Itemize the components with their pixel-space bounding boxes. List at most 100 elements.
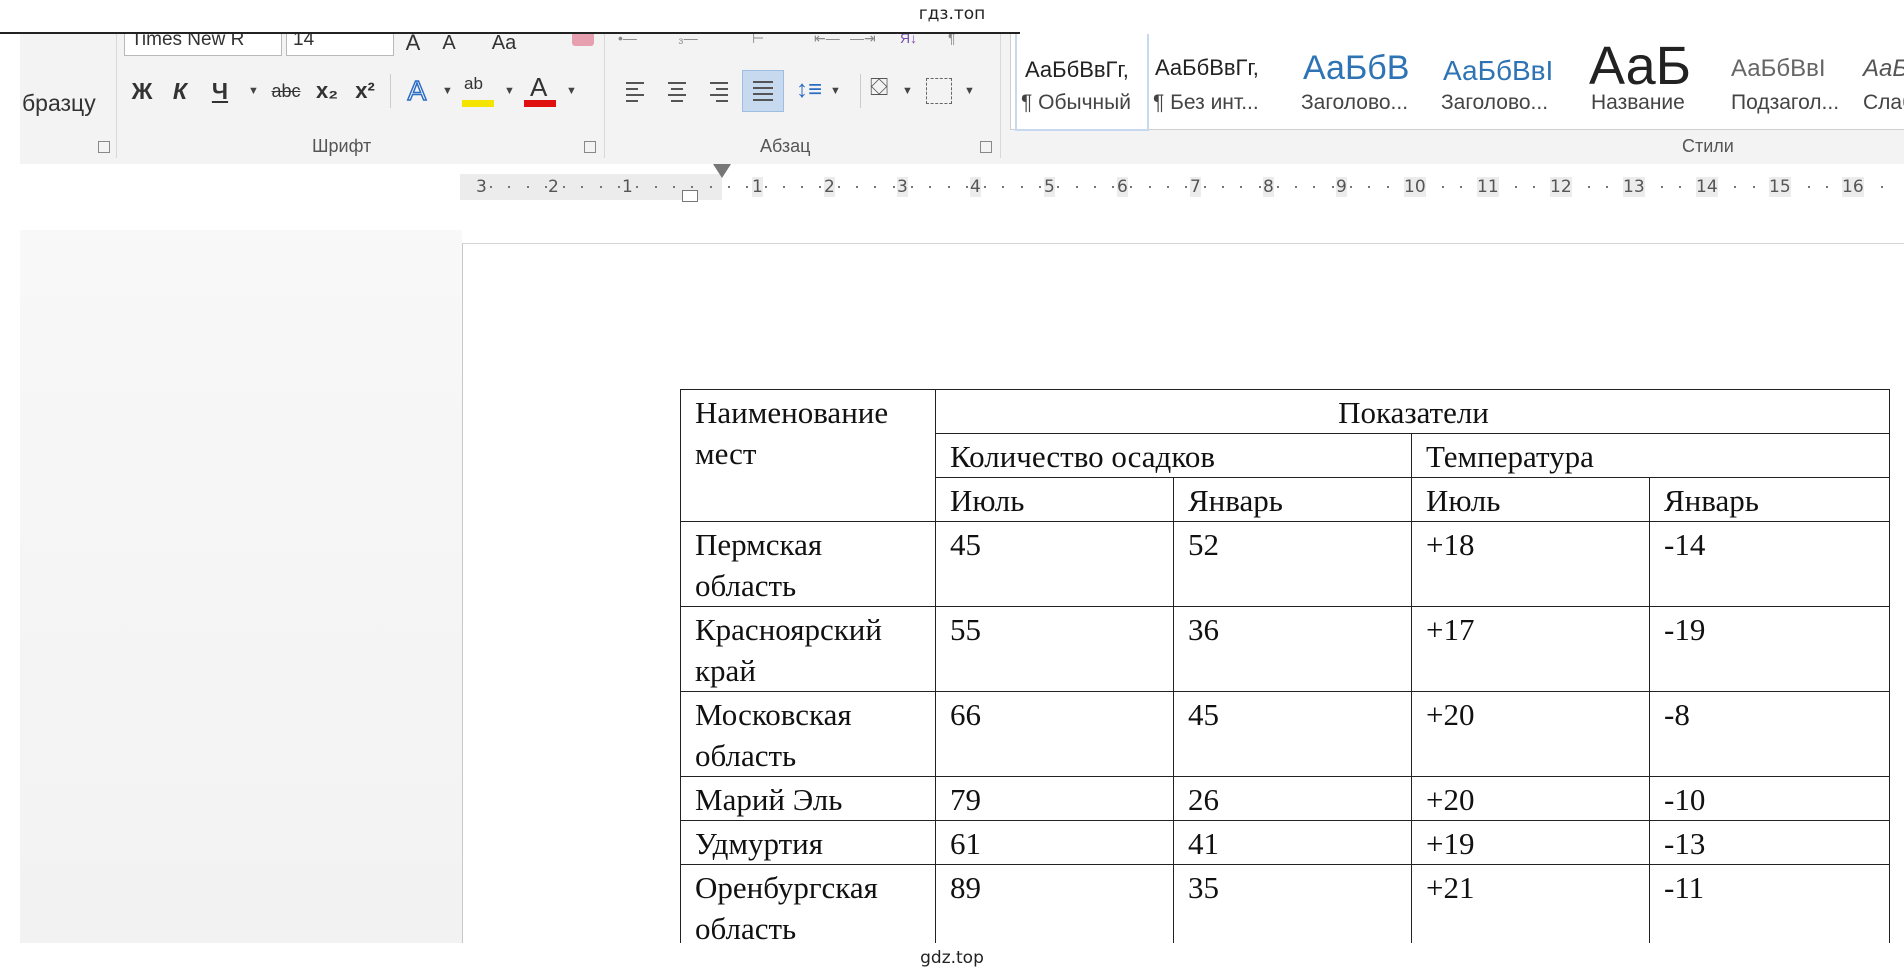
cell-precip-jan[interactable]: 45 [1173,691,1412,777]
header-precip-january[interactable]: Январь [1173,477,1412,522]
borders-dropdown-icon[interactable]: ▼ [964,74,975,108]
cell-precip-jan[interactable]: 41 [1173,820,1412,865]
paragraph-dialog-launcher-icon[interactable] [980,141,992,153]
ruler-number: 4 [970,177,981,197]
highlight-dropdown-icon[interactable]: ▼ [504,74,515,108]
style-subtitle[interactable]: АаБбВвI Подзагол... [1721,34,1851,127]
cell-temp-jan[interactable]: -8 [1649,691,1890,777]
ruler-number: 16 [1842,177,1864,197]
line-spacing-dropdown-icon[interactable]: ▼ [830,74,841,108]
borders-icon[interactable] [926,78,952,104]
grow-font-button[interactable]: A [402,34,424,60]
font-size-combobox[interactable]: 14 [286,34,394,56]
style-no-spacing[interactable]: АаБбВвГг, ¶ Без инт... [1153,34,1289,127]
ruler-tick [1515,186,1517,188]
cell-temp-jan[interactable]: -11 [1649,864,1890,950]
cell-temp-jan[interactable]: -14 [1649,521,1890,607]
weather-table[interactable]: Наименование мест Показатели Количество … [680,389,1890,950]
header-place-name[interactable]: Наименование мест [680,389,936,522]
ruler-tick [1259,186,1261,188]
bold-button[interactable]: Ж [128,74,156,108]
cell-precip-july[interactable]: 55 [935,606,1174,692]
styles-gallery[interactable]: АаБбВвГг, ¶ Обычный АаБбВвГг, ¶ Без инт.… [1010,34,1904,131]
font-color-button[interactable]: A [524,72,558,108]
shading-icon[interactable]: ⛋ [870,74,888,102]
text-effects-dropdown-icon[interactable]: ▼ [442,74,453,108]
font-color-label: A [530,72,548,102]
style-title[interactable]: АаБ Название [1581,34,1711,127]
underline-dropdown-icon[interactable]: ▼ [248,74,259,108]
cell-precip-jan[interactable]: 35 [1173,864,1412,950]
style-normal[interactable]: АаБбВвГг, ¶ Обычный [1015,34,1149,131]
header-precip-july[interactable]: Июль [935,477,1174,522]
cell-place[interactable]: Пермская область [680,521,936,607]
style-name: ¶ Обычный [1021,91,1131,114]
cell-precip-jan[interactable]: 52 [1173,521,1412,607]
ruler-tick [1149,186,1151,188]
subscript-button[interactable]: x₂ [312,74,342,108]
cell-place[interactable]: Удмуртия [680,820,936,865]
header-temperature[interactable]: Температура [1411,433,1890,478]
left-indent-marker-icon[interactable] [682,190,698,202]
cell-temp-july[interactable]: +20 [1411,691,1650,777]
align-right-button[interactable] [700,70,740,110]
ruler-tick [1606,186,1608,188]
cell-precip-july[interactable]: 61 [935,820,1174,865]
header-indicators[interactable]: Показатели [935,389,1890,434]
cell-temp-jan[interactable]: -13 [1649,820,1890,865]
font-dialog-launcher-icon[interactable] [584,141,596,153]
ruler-tick [1277,186,1279,188]
style-heading-1[interactable]: АаБбВ Заголово... [1301,34,1431,127]
highlight-button[interactable]: ab [462,74,496,108]
justify-button[interactable] [742,70,784,112]
ruler-tick [1368,186,1370,188]
align-center-button[interactable] [658,70,698,110]
style-name: ¶ Без инт... [1153,91,1259,114]
header-precipitation[interactable]: Количество осадков [935,433,1412,478]
eraser-icon[interactable] [572,34,594,46]
cell-place[interactable]: Оренбургская область [680,864,936,950]
cell-temp-july[interactable]: +20 [1411,776,1650,821]
italic-button[interactable]: К [166,74,194,108]
shrink-font-button[interactable]: A [438,34,460,60]
first-line-indent-marker-icon[interactable] [713,164,731,178]
align-left-button[interactable] [616,70,656,110]
cell-precip-jan[interactable]: 26 [1173,776,1412,821]
ruler-number: 13 [1623,177,1645,197]
style-heading-2[interactable]: АаБбВвI Заголово... [1441,34,1571,127]
ruler-tick [1094,186,1096,188]
cell-temp-july[interactable]: +17 [1411,606,1650,692]
cell-temp-jan[interactable]: -19 [1649,606,1890,692]
text-effects-button[interactable]: A [402,74,432,108]
cell-temp-jan[interactable]: -10 [1649,776,1890,821]
horizontal-ruler[interactable]: 3 2 1 1 2 3 4 5 6 7 8 9 10 11 12 13 14 1… [460,174,1904,200]
font-color-dropdown-icon[interactable]: ▼ [566,74,577,108]
cell-place[interactable]: Красноярский край [680,606,936,692]
superscript-button[interactable]: x² [350,74,380,108]
ruler-tick [856,186,858,188]
cell-precip-july[interactable]: 45 [935,521,1174,607]
styles-group-label: Стили [1682,136,1734,156]
strikethrough-button[interactable]: abc [266,74,306,108]
line-spacing-icon[interactable]: ↕≡ [796,76,822,104]
cell-temp-july[interactable]: +21 [1411,864,1650,950]
shading-dropdown-icon[interactable]: ▼ [902,74,913,108]
cell-temp-july[interactable]: +18 [1411,521,1650,607]
cell-precip-july[interactable]: 79 [935,776,1174,821]
change-case-button[interactable]: Aa [488,34,520,60]
styles-by-sample-label[interactable]: бразцу [22,90,96,117]
list-buttons-row[interactable]: •— ₃— ⊢ ⇤— —⇥ Я↓ ¶ [618,34,978,50]
cell-precip-july[interactable]: 89 [935,864,1174,950]
cell-place[interactable]: Московская область [680,691,936,777]
header-temp-july[interactable]: Июль [1411,477,1650,522]
underline-button[interactable]: Ч [206,74,234,108]
table-row: Оренбургская область 89 35 +21 -11 [680,864,1890,950]
cell-precip-jan[interactable]: 36 [1173,606,1412,692]
cell-place[interactable]: Марий Эль [680,776,936,821]
clipboard-launcher-icon[interactable] [98,141,110,153]
header-temp-january[interactable]: Январь [1649,477,1890,522]
cell-temp-july[interactable]: +19 [1411,820,1650,865]
font-name-combobox[interactable]: Times New R [124,34,282,56]
style-subtle-emphasis[interactable]: АаБ Слаб [1861,34,1904,127]
cell-precip-july[interactable]: 66 [935,691,1174,777]
